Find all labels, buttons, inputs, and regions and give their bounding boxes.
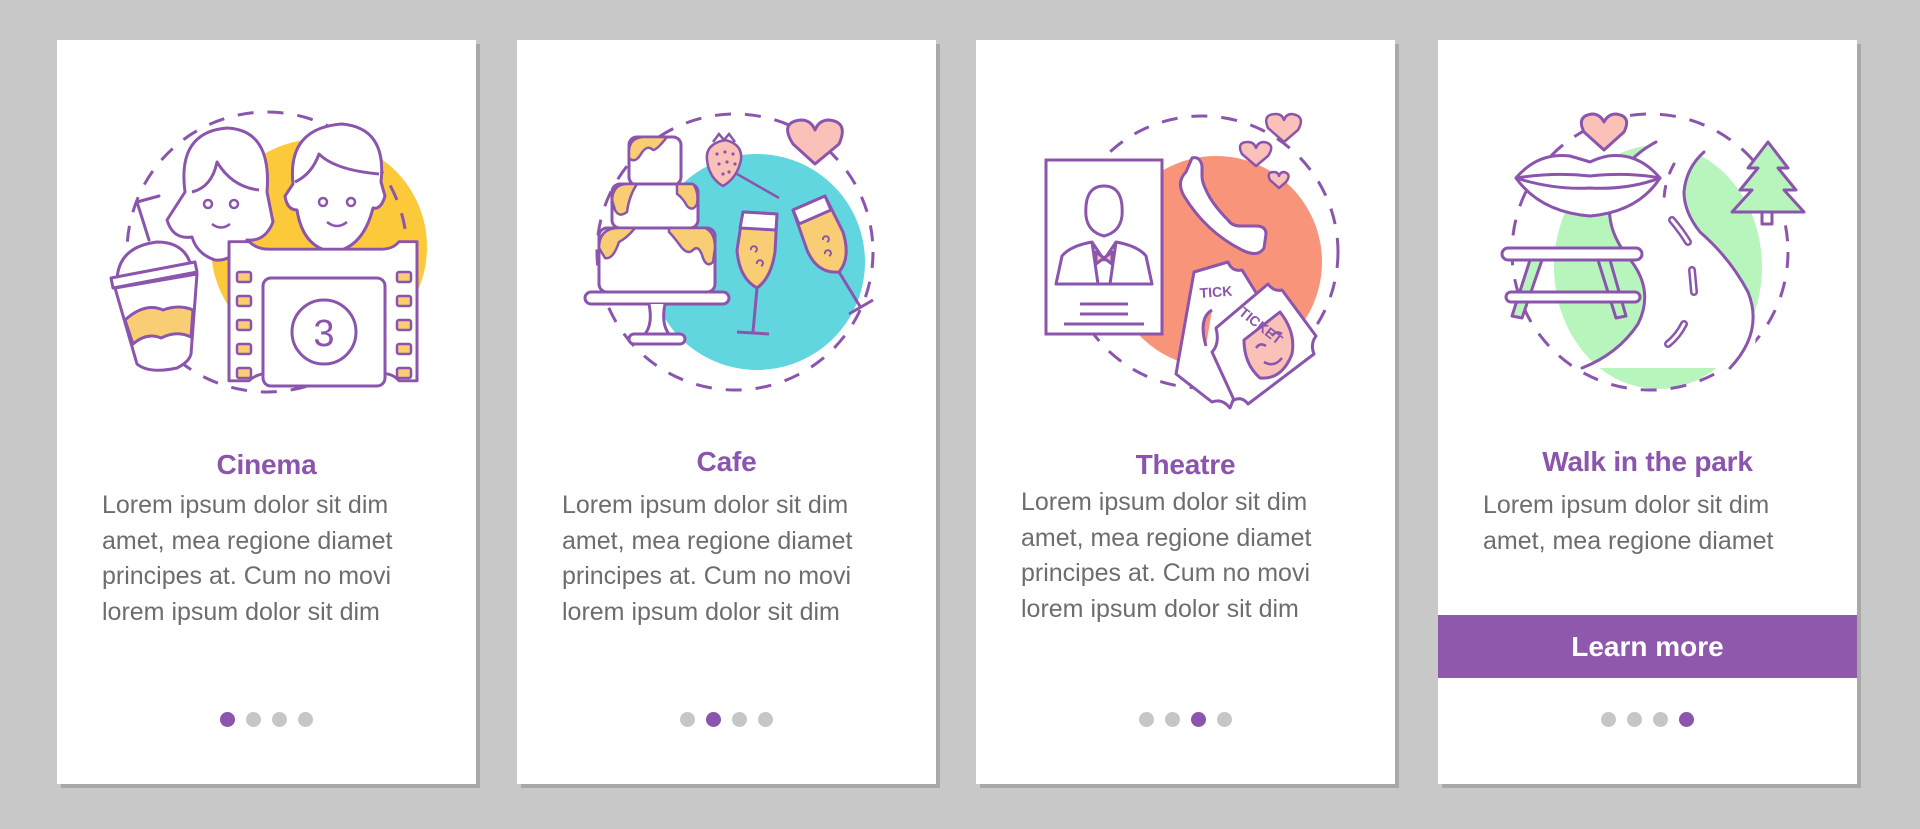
onboarding-card-cafe: Cafe Lorem ipsum dolor sit dim amet, mea…: [517, 40, 936, 784]
page-dot-2-active[interactable]: [706, 712, 721, 727]
description-line: amet, mea regione diamet: [562, 526, 853, 555]
cinema-icon: 3: [109, 110, 427, 394]
card-title: Walk in the park: [1542, 446, 1753, 477]
page-dot-1[interactable]: [680, 712, 695, 727]
cafe-icon: [583, 112, 874, 392]
page-dot-4[interactable]: [758, 712, 773, 727]
page-indicator: [517, 712, 936, 727]
page-dot-3[interactable]: [732, 712, 747, 727]
description-line: Lorem ipsum dolor sit dim: [1483, 491, 1770, 519]
page-dot-3-active[interactable]: [1191, 712, 1206, 727]
theatre-illustration: TICK TICKET: [1016, 92, 1356, 412]
page-dot-3[interactable]: [272, 712, 287, 727]
page-indicator: [976, 712, 1395, 727]
card-description: Lorem ipsum dolor sit dim amet, mea regi…: [1021, 485, 1365, 627]
cafe-illustration: [557, 92, 897, 412]
description-line: principes at. Cum no movi: [1021, 559, 1311, 587]
description-line: amet, mea regione diamet: [1021, 523, 1312, 552]
page-indicator: [57, 712, 476, 727]
description-line: amet, mea regione diamet: [102, 526, 393, 555]
page-dot-1[interactable]: [1601, 712, 1616, 727]
ticket-back-label: TICK: [1199, 283, 1233, 301]
description-line: lorem ipsum dolor sit dim: [562, 597, 840, 626]
description-line: lorem ipsum dolor sit dim: [1021, 594, 1299, 623]
onboarding-card-park: Walk in the park Lorem ipsum dolor sit d…: [1438, 40, 1857, 784]
page-dot-1[interactable]: [1139, 712, 1154, 727]
cinema-illustration: 3: [97, 92, 437, 412]
description-line: Lorem ipsum dolor sit dim: [562, 491, 849, 519]
card-title: Theatre: [1135, 449, 1236, 480]
learn-more-button[interactable]: Learn more: [1438, 615, 1857, 678]
description-line: Lorem ipsum dolor sit dim: [102, 491, 389, 519]
page-dot-2[interactable]: [246, 712, 261, 727]
film-number-label: 3: [313, 313, 334, 355]
page-dot-2[interactable]: [1165, 712, 1180, 727]
description-line: amet, mea regione diamet: [1483, 526, 1774, 555]
onboarding-card-cinema: 3 Cinema Lorem ipsum dolor sit dim amet,…: [57, 40, 476, 784]
park-illustration: [1478, 92, 1818, 412]
onboarding-card-theatre: TICK TICKET Theatre Lorem ipsum dolor si…: [976, 40, 1395, 784]
page-dot-3[interactable]: [1653, 712, 1668, 727]
page-dot-4-active[interactable]: [1679, 712, 1694, 727]
description-line: lorem ipsum dolor sit dim: [102, 597, 380, 626]
card-description: Lorem ipsum dolor sit dim amet, mea regi…: [562, 488, 906, 630]
description-line: principes at. Cum no movi: [102, 562, 392, 590]
park-icon: [1500, 112, 1805, 392]
description-line: principes at. Cum no movi: [562, 562, 852, 590]
theatre-icon: TICK TICKET: [1044, 112, 1339, 410]
page-dot-1-active[interactable]: [220, 712, 235, 727]
page-dot-4[interactable]: [298, 712, 313, 727]
card-title: Cinema: [216, 449, 317, 480]
card-description: Lorem ipsum dolor sit dim amet, mea regi…: [1483, 488, 1827, 559]
page-dot-2[interactable]: [1627, 712, 1642, 727]
page-dot-4[interactable]: [1217, 712, 1232, 727]
description-line: Lorem ipsum dolor sit dim: [1021, 488, 1308, 516]
card-description: Lorem ipsum dolor sit dim amet, mea regi…: [102, 488, 446, 630]
page-indicator: [1438, 712, 1857, 727]
card-title: Cafe: [696, 446, 757, 477]
